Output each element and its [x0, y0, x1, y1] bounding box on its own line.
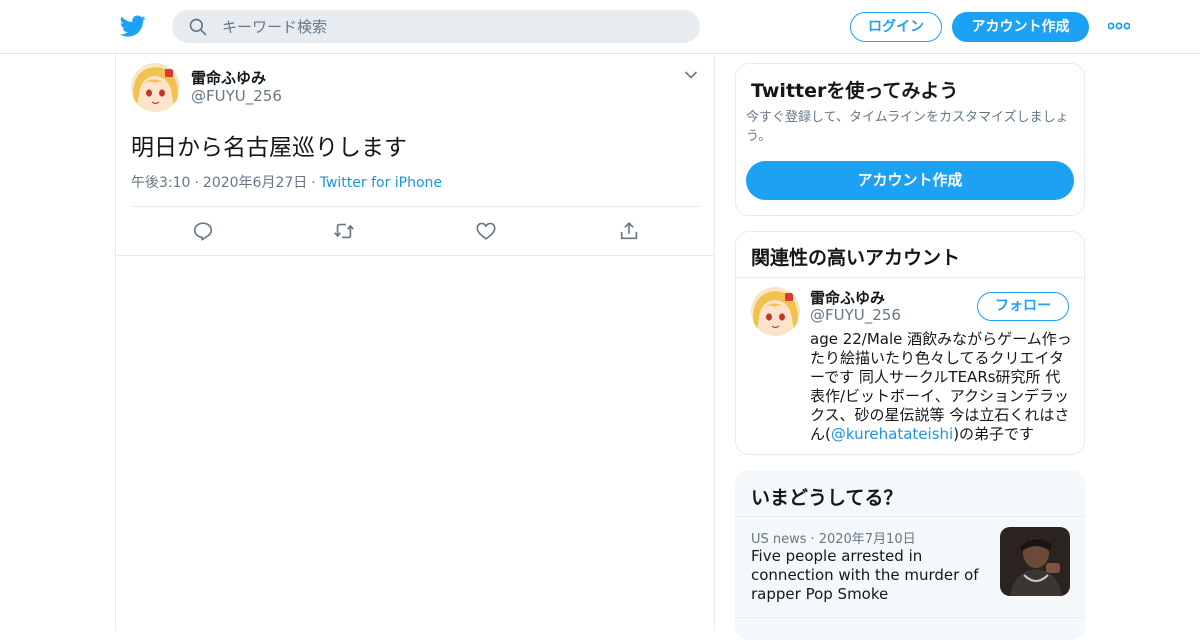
signup-card-description: 今すぐ登録して、タイムラインをカスタマイズしましょう。 [746, 110, 1069, 144]
tweet-date[interactable]: 2020年6月27日 [203, 175, 307, 191]
login-button[interactable]: ログイン [850, 12, 942, 42]
trend-date: 2020年7月10日 [818, 532, 916, 547]
divider [736, 617, 1084, 618]
signup-card-button[interactable]: アカウント作成 [746, 161, 1074, 200]
trend-thumbnail[interactable] [1000, 527, 1070, 596]
reply-icon[interactable] [192, 220, 214, 242]
retweet-icon[interactable] [333, 220, 355, 242]
bio-suffix: )の弟子です [953, 425, 1035, 443]
trend-category: US news [751, 532, 807, 547]
trends-title: いまどうしてる？ [751, 487, 903, 509]
divider [736, 277, 1084, 278]
trend-headline[interactable]: Five people arrested in connection with … [751, 547, 986, 604]
tweet-time[interactable]: 午後3:10 [131, 175, 190, 191]
share-icon[interactable] [618, 220, 640, 242]
related-accounts-title: 関連性の高いアカウント [751, 247, 961, 269]
avatar[interactable] [751, 287, 800, 336]
bio-mention-link[interactable]: @kurehatateishi [831, 425, 953, 443]
divider [116, 255, 714, 256]
tweet-text: 明日から名古屋巡りします [131, 135, 407, 161]
search-bar [172, 10, 700, 43]
tweet-column: 雷命ふゆみ @FUYU_256 明日から名古屋巡りします 午後3:10 · 2020… [115, 54, 715, 630]
follow-button[interactable]: フォロー [977, 292, 1069, 321]
search-input[interactable] [222, 10, 682, 43]
tweet-handle[interactable]: @FUYU_256 [191, 87, 282, 105]
signup-button[interactable]: アカウント作成 [952, 12, 1089, 42]
trends-card: いまどうしてる？ US news · 2020年7月10日 Five people … [735, 470, 1085, 640]
top-navigation-bar: ログイン アカウント作成 [0, 0, 1200, 54]
chevron-down-icon[interactable] [684, 70, 698, 80]
related-accounts-card: 関連性の高いアカウント 雷命ふゆみ @FUYU_256 フォロー age 22/… [735, 231, 1085, 455]
more-icon[interactable] [1108, 18, 1130, 34]
like-icon[interactable] [475, 220, 497, 242]
signup-card: Twitterを使ってみよう 今すぐ登録して、タイムラインをカスタマイズしましょ… [735, 63, 1085, 216]
separator-dot: · [810, 532, 815, 547]
related-account-bio: age 22/Male 酒飲みながらゲーム作ったり絵描いたり色々してるクリエイタ… [810, 330, 1072, 444]
twitter-logo-icon[interactable] [120, 13, 146, 39]
separator-dot: · [311, 175, 316, 191]
search-icon [189, 18, 207, 36]
divider [131, 206, 700, 207]
tweet-meta: 午後3:10 · 2020年6月27日 · Twitter for iPhone [131, 172, 442, 192]
related-account-handle[interactable]: @FUYU_256 [810, 306, 901, 324]
related-account-name[interactable]: 雷命ふゆみ [810, 287, 885, 308]
signup-card-title: Twitterを使ってみよう [751, 80, 959, 102]
avatar[interactable] [131, 63, 180, 112]
separator-dot: · [194, 175, 199, 191]
tweet-source-link[interactable]: Twitter for iPhone [320, 175, 442, 191]
tweet-display-name[interactable]: 雷命ふゆみ [191, 67, 266, 88]
divider [736, 516, 1084, 517]
trend-meta: US news · 2020年7月10日 [751, 528, 916, 547]
